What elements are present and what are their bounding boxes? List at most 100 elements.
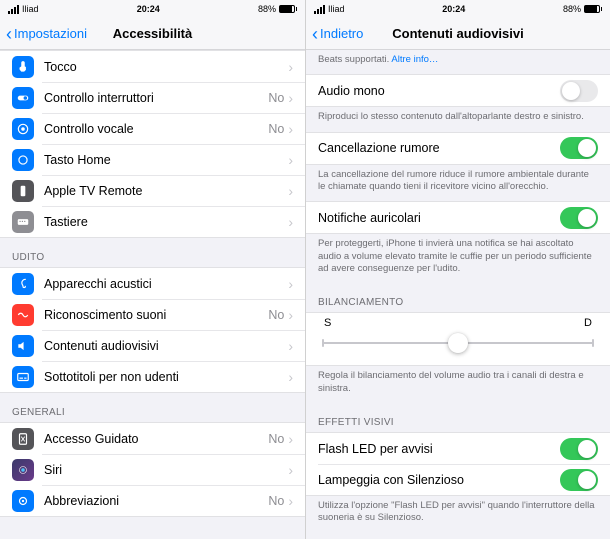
settings-row[interactable]: Sottotitoli per non udenti› bbox=[0, 361, 305, 392]
settings-row[interactable]: Controllo interruttoriNo› bbox=[0, 82, 305, 113]
settings-row[interactable]: Tastiere› bbox=[0, 206, 305, 237]
battery-percent: 88% bbox=[258, 4, 276, 14]
section-header: UDITO bbox=[0, 238, 305, 267]
chevron-right-icon: › bbox=[288, 59, 293, 75]
keyboard-icon bbox=[12, 211, 34, 233]
row-label: Tasto Home bbox=[44, 153, 288, 167]
toggle-noise-cancel[interactable] bbox=[560, 137, 598, 159]
row-label: Sottotitoli per non udenti bbox=[44, 370, 288, 384]
row-value: No bbox=[268, 308, 284, 322]
row-label: Siri bbox=[44, 463, 288, 477]
chevron-right-icon: › bbox=[288, 183, 293, 199]
settings-row[interactable]: Tasto Home› bbox=[0, 144, 305, 175]
row-label: Tastiere bbox=[44, 215, 288, 229]
mono-footer: Riproduci lo stesso contenuto dall'altop… bbox=[306, 107, 610, 131]
sound-icon bbox=[12, 304, 34, 326]
chevron-right-icon: › bbox=[288, 121, 293, 137]
visual-footer: Utilizza l'opzione "Flash LED per avvisi… bbox=[306, 496, 610, 533]
settings-row[interactable]: Controllo vocaleNo › bbox=[0, 113, 305, 144]
toggle-audio-mono[interactable] bbox=[560, 80, 598, 102]
scroll-area[interactable]: Tocco›Controllo interruttoriNo›Controllo… bbox=[0, 50, 305, 539]
balance-left-label: S bbox=[324, 317, 331, 329]
battery-icon bbox=[584, 5, 602, 13]
chevron-right-icon: › bbox=[288, 338, 293, 354]
voice-icon bbox=[12, 118, 34, 140]
row-label: Tocco bbox=[44, 60, 288, 74]
row-label: Lampeggia con Silenzioso bbox=[318, 473, 560, 487]
row-value: No bbox=[268, 432, 284, 446]
row-label: Cancellazione rumore bbox=[318, 141, 560, 155]
signal-icon bbox=[314, 5, 325, 14]
slider-knob[interactable] bbox=[448, 333, 468, 353]
siri-icon bbox=[12, 459, 34, 481]
row-label: Audio mono bbox=[318, 84, 560, 98]
noise-footer: La cancellazione del rumore riduce il ru… bbox=[306, 165, 610, 202]
chevron-right-icon: › bbox=[288, 431, 293, 447]
chevron-right-icon: › bbox=[288, 214, 293, 230]
switch-icon bbox=[12, 87, 34, 109]
balance-slider[interactable]: SD bbox=[306, 313, 610, 365]
row-flash-silent[interactable]: Lampeggia con Silenzioso bbox=[306, 464, 610, 495]
battery-percent: 88% bbox=[563, 4, 581, 14]
settings-row[interactable]: Contenuti audiovisivi› bbox=[0, 330, 305, 361]
nav-bar: ‹Indietro Contenuti audiovisivi bbox=[306, 18, 610, 50]
toggle-led-flash[interactable] bbox=[560, 438, 598, 460]
settings-row[interactable]: Apparecchi acustici› bbox=[0, 268, 305, 299]
chevron-left-icon: ‹ bbox=[312, 25, 318, 43]
clock: 20:24 bbox=[137, 4, 160, 14]
settings-row[interactable]: Riconoscimento suoniNo› bbox=[0, 299, 305, 330]
clock: 20:24 bbox=[442, 4, 465, 14]
status-bar: Iliad 20:24 88% bbox=[306, 0, 610, 18]
settings-row[interactable]: Apple TV Remote› bbox=[0, 175, 305, 206]
chevron-right-icon: › bbox=[288, 462, 293, 478]
chevron-right-icon: › bbox=[288, 152, 293, 168]
status-bar: Iliad 20:24 88% bbox=[0, 0, 305, 18]
row-audio-mono[interactable]: Audio mono bbox=[306, 75, 610, 106]
row-label: Accesso Guidato bbox=[44, 432, 268, 446]
row-label: Riconoscimento suoni bbox=[44, 308, 268, 322]
hearing-icon bbox=[12, 273, 34, 295]
row-headphone-notif[interactable]: Notifiche auricolari bbox=[306, 202, 610, 233]
row-label: Controllo interruttori bbox=[44, 91, 268, 105]
carrier: Iliad bbox=[328, 4, 345, 14]
settings-row[interactable]: Accesso GuidatoNo › bbox=[0, 423, 305, 454]
settings-row[interactable]: AbbreviazioniNo› bbox=[0, 485, 305, 516]
touch-icon bbox=[12, 56, 34, 78]
balance-header: BILANCIAMENTO bbox=[306, 283, 610, 312]
row-led-flash[interactable]: Flash LED per avvisi bbox=[306, 433, 610, 464]
screen-audiovisual: Iliad 20:24 88% ‹Indietro Contenuti audi… bbox=[305, 0, 610, 539]
section-header: GENERALI bbox=[0, 393, 305, 422]
remote-icon bbox=[12, 180, 34, 202]
row-label: Apparecchi acustici bbox=[44, 277, 288, 291]
chevron-left-icon: ‹ bbox=[6, 25, 12, 43]
row-value: No bbox=[268, 494, 284, 508]
back-button[interactable]: ‹Impostazioni bbox=[6, 25, 87, 43]
chevron-right-icon: › bbox=[288, 369, 293, 385]
more-info-link[interactable]: Altre info… bbox=[391, 54, 438, 65]
chevron-right-icon: › bbox=[288, 493, 293, 509]
row-label: Controllo vocale bbox=[44, 122, 268, 136]
nav-bar: ‹Impostazioni Accessibilità bbox=[0, 18, 305, 50]
captions-icon bbox=[12, 366, 34, 388]
notif-footer: Per proteggerti, iPhone ti invierà una n… bbox=[306, 234, 610, 283]
row-label: Contenuti audiovisivi bbox=[44, 339, 288, 353]
screen-accessibility: Iliad 20:24 88% ‹Impostazioni Accessibil… bbox=[0, 0, 305, 539]
balance-right-label: D bbox=[584, 317, 592, 329]
home-icon bbox=[12, 149, 34, 171]
back-button[interactable]: ‹Indietro bbox=[312, 25, 363, 43]
settings-row[interactable]: Tocco› bbox=[0, 51, 305, 82]
row-label: Notifiche auricolari bbox=[318, 211, 560, 225]
toggle-headphone-notif[interactable] bbox=[560, 207, 598, 229]
toggle-flash-silent[interactable] bbox=[560, 469, 598, 491]
scroll-area[interactable]: Beats supportati. Altre info… Audio mono… bbox=[306, 50, 610, 539]
row-value: No bbox=[268, 122, 284, 136]
row-noise-cancel[interactable]: Cancellazione rumore bbox=[306, 133, 610, 164]
signal-icon bbox=[8, 5, 19, 14]
row-value: No bbox=[268, 91, 284, 105]
settings-row[interactable]: Siri› bbox=[0, 454, 305, 485]
shortcut-icon bbox=[12, 490, 34, 512]
row-label: Flash LED per avvisi bbox=[318, 442, 560, 456]
battery-icon bbox=[279, 5, 297, 13]
back-label: Indietro bbox=[320, 26, 363, 41]
back-label: Impostazioni bbox=[14, 26, 87, 41]
